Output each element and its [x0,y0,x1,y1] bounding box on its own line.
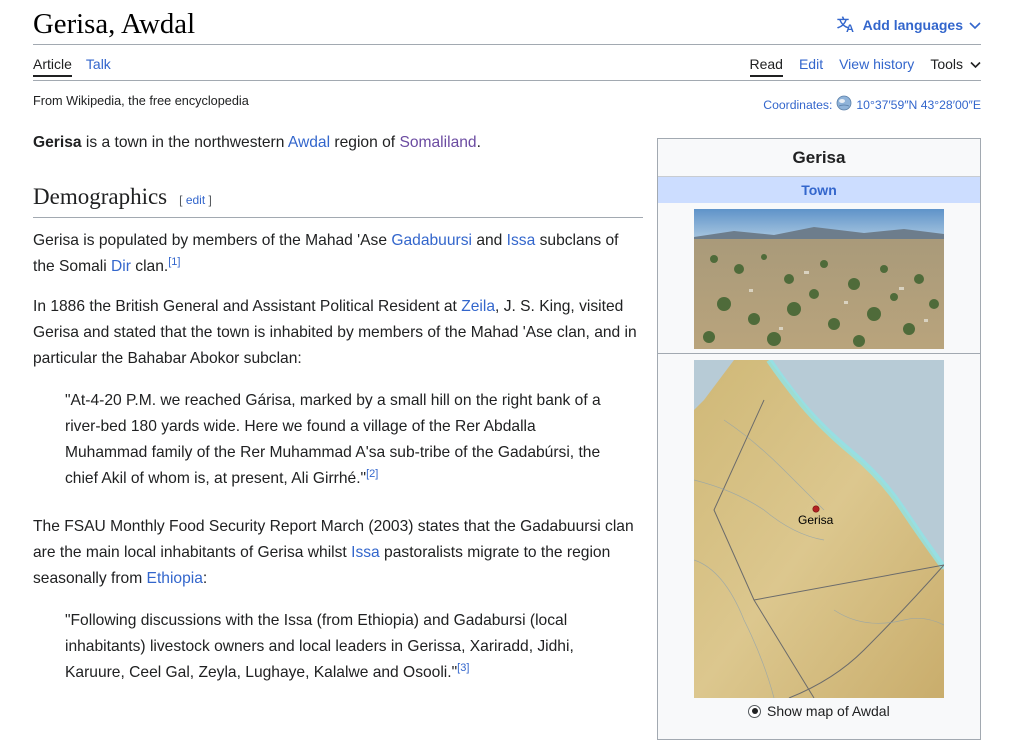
intro-text: region of [330,134,400,151]
map-marker-label: Gerisa [798,513,834,527]
svg-text:A: A [846,23,854,33]
heading-text: Demographics [33,184,168,209]
coordinates: Coordinates: 10°37′59″N 43°28′00″E [763,95,981,114]
show-map-label: Show map of Awdal [767,703,890,719]
blockquote-king: "At-4-20 P.M. we reached Gárisa, marked … [65,388,605,492]
tabs-divider [33,80,981,81]
section-edit-link: [ edit ] [179,193,212,207]
infobox-divider [658,353,980,354]
blockquote-fsau: "Following discussions with the Issa (fr… [65,608,605,686]
site-tagline: From Wikipedia, the free encyclopedia [33,94,249,108]
add-languages-label: Add languages [862,17,963,33]
globe-icon [836,95,852,114]
link-zeila[interactable]: Zeila [461,298,495,315]
radio-selected-icon[interactable] [748,704,761,718]
link-awdal[interactable]: Awdal [288,134,330,151]
link-ethiopia[interactable]: Ethiopia [147,570,203,587]
tools-menu[interactable]: Tools [930,56,981,77]
link-dir[interactable]: Dir [111,258,131,275]
para-text: : [202,570,208,587]
coordinates-label[interactable]: Coordinates: [763,98,832,112]
intro-text: is a town in the northwestern [81,134,288,151]
location-map[interactable]: Gerisa [694,360,944,698]
para-text: Gerisa is populated by members of the Ma… [33,232,392,249]
intro-bold-title: Gerisa [33,134,82,151]
link-issa-2[interactable]: Issa [351,544,380,561]
para-text: and [471,232,507,249]
link-issa[interactable]: Issa [507,232,536,249]
add-languages-button[interactable]: 文 A Add languages [837,15,981,35]
intro-paragraph: Gerisa is a town in the northwestern Awd… [33,130,643,156]
edit-section-button[interactable]: edit [186,193,205,207]
namespace-tabs: Article Talk [33,56,111,77]
tab-article[interactable]: Article [33,56,72,77]
title-divider [33,44,981,45]
tab-talk[interactable]: Talk [86,56,111,77]
translate-icon: 文 A [837,15,857,36]
demographics-paragraph-2: In 1886 the British General and Assistan… [33,294,643,372]
infobox: Gerisa Town Gerisa Show map of Awdal [657,138,981,740]
quote-text: "At-4-20 P.M. we reached Gárisa, marked … [65,392,601,487]
link-somaliland[interactable]: Somaliland [399,134,476,151]
link-gadabuursi[interactable]: Gadabuursi [391,232,472,249]
tools-label: Tools [930,56,963,72]
tab-view-history[interactable]: View history [839,56,914,77]
map-toggle-option[interactable]: Show map of Awdal [748,703,890,719]
view-tabs: Read Edit View history Tools [749,56,982,77]
reference-2[interactable]: [2] [366,468,378,480]
quote-text: "Following discussions with the Issa (fr… [65,612,574,681]
para-text: In 1886 the British General and Assistan… [33,298,462,315]
chevron-down-icon [969,17,981,33]
chevron-down-icon [970,56,981,72]
para-text: clan. [130,258,169,275]
intro-text: . [476,134,481,151]
reference-1[interactable]: [1] [168,256,180,268]
town-aerial-photo[interactable] [694,209,944,349]
reference-3[interactable]: [3] [457,662,469,674]
coordinates-value[interactable]: 10°37′59″N 43°28′00″E [856,98,981,112]
article-body: Gerisa is a town in the northwestern Awd… [33,130,643,702]
infobox-subtitle[interactable]: Town [658,176,980,203]
demographics-paragraph-1: Gerisa is populated by members of the Ma… [33,228,643,280]
demographics-paragraph-3: The FSAU Monthly Food Security Report Ma… [33,514,643,592]
infobox-title: Gerisa [792,148,846,167]
tab-edit[interactable]: Edit [799,56,823,77]
page-title: Gerisa, Awdal [33,8,196,40]
tab-read[interactable]: Read [749,56,783,77]
section-heading-demographics: Demographics [ edit ] [33,184,643,218]
